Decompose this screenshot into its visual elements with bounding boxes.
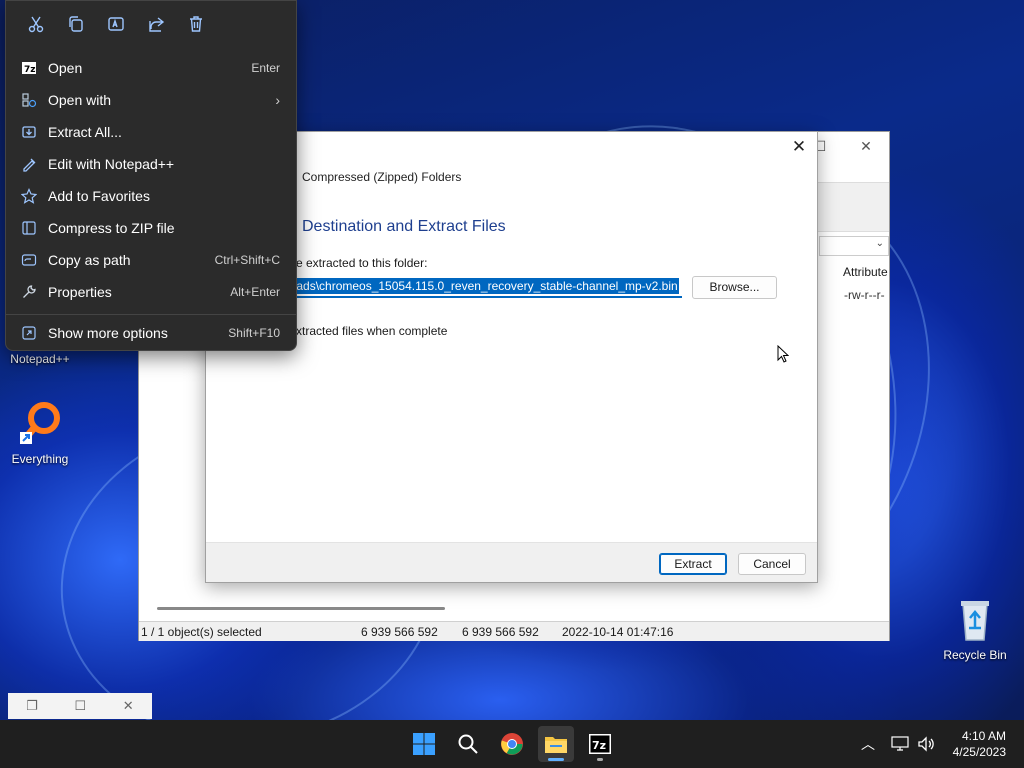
7zip-icon: 7z xyxy=(10,60,48,76)
extract-icon xyxy=(10,124,48,140)
destination-label: e extracted to this folder: xyxy=(296,256,428,270)
menu-item-extract-all[interactable]: Extract All... xyxy=(10,117,292,147)
menu-item-add-favorites[interactable]: Add to Favorites xyxy=(10,181,292,211)
dialog-close-button[interactable]: ✕ xyxy=(789,138,809,158)
start-button[interactable] xyxy=(406,726,442,762)
delete-icon[interactable] xyxy=(176,8,216,40)
search-icon xyxy=(458,734,478,754)
clock-date: 4/25/2023 xyxy=(952,745,1006,759)
attributes-cell: -rw-r--r- xyxy=(844,288,885,302)
star-icon xyxy=(10,188,48,204)
cut-icon[interactable] xyxy=(16,8,56,40)
maximize-icon[interactable]: ☐ xyxy=(75,698,87,714)
menu-item-open-with[interactable]: Open with › xyxy=(10,85,292,115)
search-button[interactable] xyxy=(450,726,486,762)
desktop-icon-recycle-bin[interactable]: Recycle Bin xyxy=(935,596,1015,662)
menu-item-edit-notepad[interactable]: Edit with Notepad++ xyxy=(10,149,292,179)
clock[interactable]: 4:10 AM 4/25/2023 xyxy=(953,728,1006,760)
desktop-icon-label: Recycle Bin xyxy=(943,648,1007,662)
status-bar: 1 / 1 object(s) selected 6 939 566 592 6… xyxy=(139,621,889,641)
chevron-down-icon: ⌄ xyxy=(875,238,884,249)
menu-item-label: Show more options xyxy=(48,325,168,341)
path-combo[interactable]: ⌄ xyxy=(819,236,889,256)
menu-item-label: Open xyxy=(48,60,83,76)
desktop-icon-label: Notepad++ xyxy=(10,352,70,366)
chrome-button[interactable] xyxy=(494,726,530,762)
chevron-right-icon: › xyxy=(275,92,280,108)
extract-button[interactable]: Extract xyxy=(659,553,727,575)
menu-item-show-more-options[interactable]: Show more options Shift+F10 xyxy=(10,318,292,348)
desktop-icon-notepad[interactable]: Notepad++ xyxy=(0,352,80,366)
menu-item-label: Properties xyxy=(48,284,112,300)
everything-icon xyxy=(16,400,64,448)
svg-text:7z: 7z xyxy=(592,739,606,752)
quick-actions-row xyxy=(6,1,296,47)
chrome-icon xyxy=(501,733,523,755)
desktop-icon-everything[interactable]: Everything xyxy=(0,400,80,466)
notepad-icon xyxy=(10,156,48,172)
close-icon[interactable]: ✕ xyxy=(123,698,134,714)
copy-path-icon xyxy=(10,252,48,268)
menu-item-shortcut: Enter xyxy=(251,61,280,75)
browse-button[interactable]: Browse... xyxy=(692,276,777,299)
cancel-button[interactable]: Cancel xyxy=(738,553,806,575)
destination-path-input[interactable]: loads\chromeos_15054.115.0_reven_recover… xyxy=(286,276,682,298)
menu-item-label: Compress to ZIP file xyxy=(48,220,175,236)
menu-item-label: Open with xyxy=(48,92,112,108)
taskbar: 7z ︿ 4:10 AM 4/25/2023 xyxy=(0,720,1024,768)
windows-logo-icon xyxy=(413,733,435,755)
folder-icon xyxy=(545,737,567,753)
recycle-bin-icon xyxy=(951,596,999,644)
active-indicator xyxy=(548,758,564,761)
7zip-button[interactable]: 7z xyxy=(582,726,618,762)
share-icon[interactable] xyxy=(136,8,176,40)
menu-item-open[interactable]: 7z Open Enter xyxy=(10,53,292,83)
minimized-window-controls: ❐ ☐ ✕ xyxy=(8,693,152,719)
file-explorer-button[interactable] xyxy=(538,726,574,762)
restore-icon[interactable]: ❐ xyxy=(26,698,38,714)
dialog-heading: Destination and Extract Files xyxy=(302,218,506,235)
menu-item-shortcut: Ctrl+Shift+C xyxy=(214,253,280,267)
7zip-icon: 7z xyxy=(589,734,611,754)
dialog-subtitle: Compressed (Zipped) Folders xyxy=(302,170,462,184)
volume-button[interactable] xyxy=(910,726,942,762)
menu-item-properties[interactable]: Properties Alt+Enter xyxy=(10,277,292,307)
chevron-up-icon: ︿ xyxy=(861,736,875,752)
more-options-icon xyxy=(10,325,48,341)
menu-item-label: Copy as path xyxy=(48,252,131,268)
desktop: Notepad++ Everything Recycle Bin ☐ ✕ ⌄ A… xyxy=(0,0,1024,720)
mouse-cursor-icon xyxy=(777,345,789,363)
horizontal-scrollbar[interactable] xyxy=(157,607,445,610)
volume-icon xyxy=(918,736,934,752)
destination-path-value: loads\chromeos_15054.115.0_reven_recover… xyxy=(286,278,679,294)
column-header-attributes[interactable]: Attribute xyxy=(843,265,888,279)
zip-icon xyxy=(10,220,48,236)
network-icon xyxy=(891,736,909,751)
status-modified: 2022-10-14 01:47:16 xyxy=(562,625,674,639)
menu-item-label: Extract All... xyxy=(48,124,122,140)
rename-icon[interactable] xyxy=(96,8,136,40)
svg-text:7z: 7z xyxy=(24,65,36,75)
menu-item-compress-zip[interactable]: Compress to ZIP file xyxy=(10,213,292,243)
menu-item-shortcut: Shift+F10 xyxy=(228,326,280,340)
desktop-icon-label: Everything xyxy=(11,452,69,466)
status-selection: 1 / 1 object(s) selected xyxy=(141,625,262,639)
context-menu: 7z Open Enter Open with › Extract All...… xyxy=(5,0,297,351)
dialog-footer: Extract Cancel xyxy=(206,542,817,582)
open-with-icon xyxy=(10,92,48,108)
menu-item-shortcut: Alt+Enter xyxy=(230,285,280,299)
menu-item-copy-path[interactable]: Copy as path Ctrl+Shift+C xyxy=(10,245,292,275)
clock-time: 4:10 AM xyxy=(961,729,1006,743)
copy-icon[interactable] xyxy=(56,8,96,40)
menu-item-label: Add to Favorites xyxy=(48,188,150,204)
show-hidden-icons-button[interactable]: ︿ xyxy=(850,726,886,762)
show-files-checkbox-label[interactable]: xtracted files when complete xyxy=(296,324,447,338)
menu-item-label: Edit with Notepad++ xyxy=(48,156,175,172)
status-size: 6 939 566 592 xyxy=(361,625,438,639)
close-button[interactable]: ✕ xyxy=(843,132,889,160)
running-indicator xyxy=(597,758,603,761)
wrench-icon xyxy=(10,284,48,300)
menu-separator xyxy=(6,314,296,315)
status-packed-size: 6 939 566 592 xyxy=(462,625,539,639)
